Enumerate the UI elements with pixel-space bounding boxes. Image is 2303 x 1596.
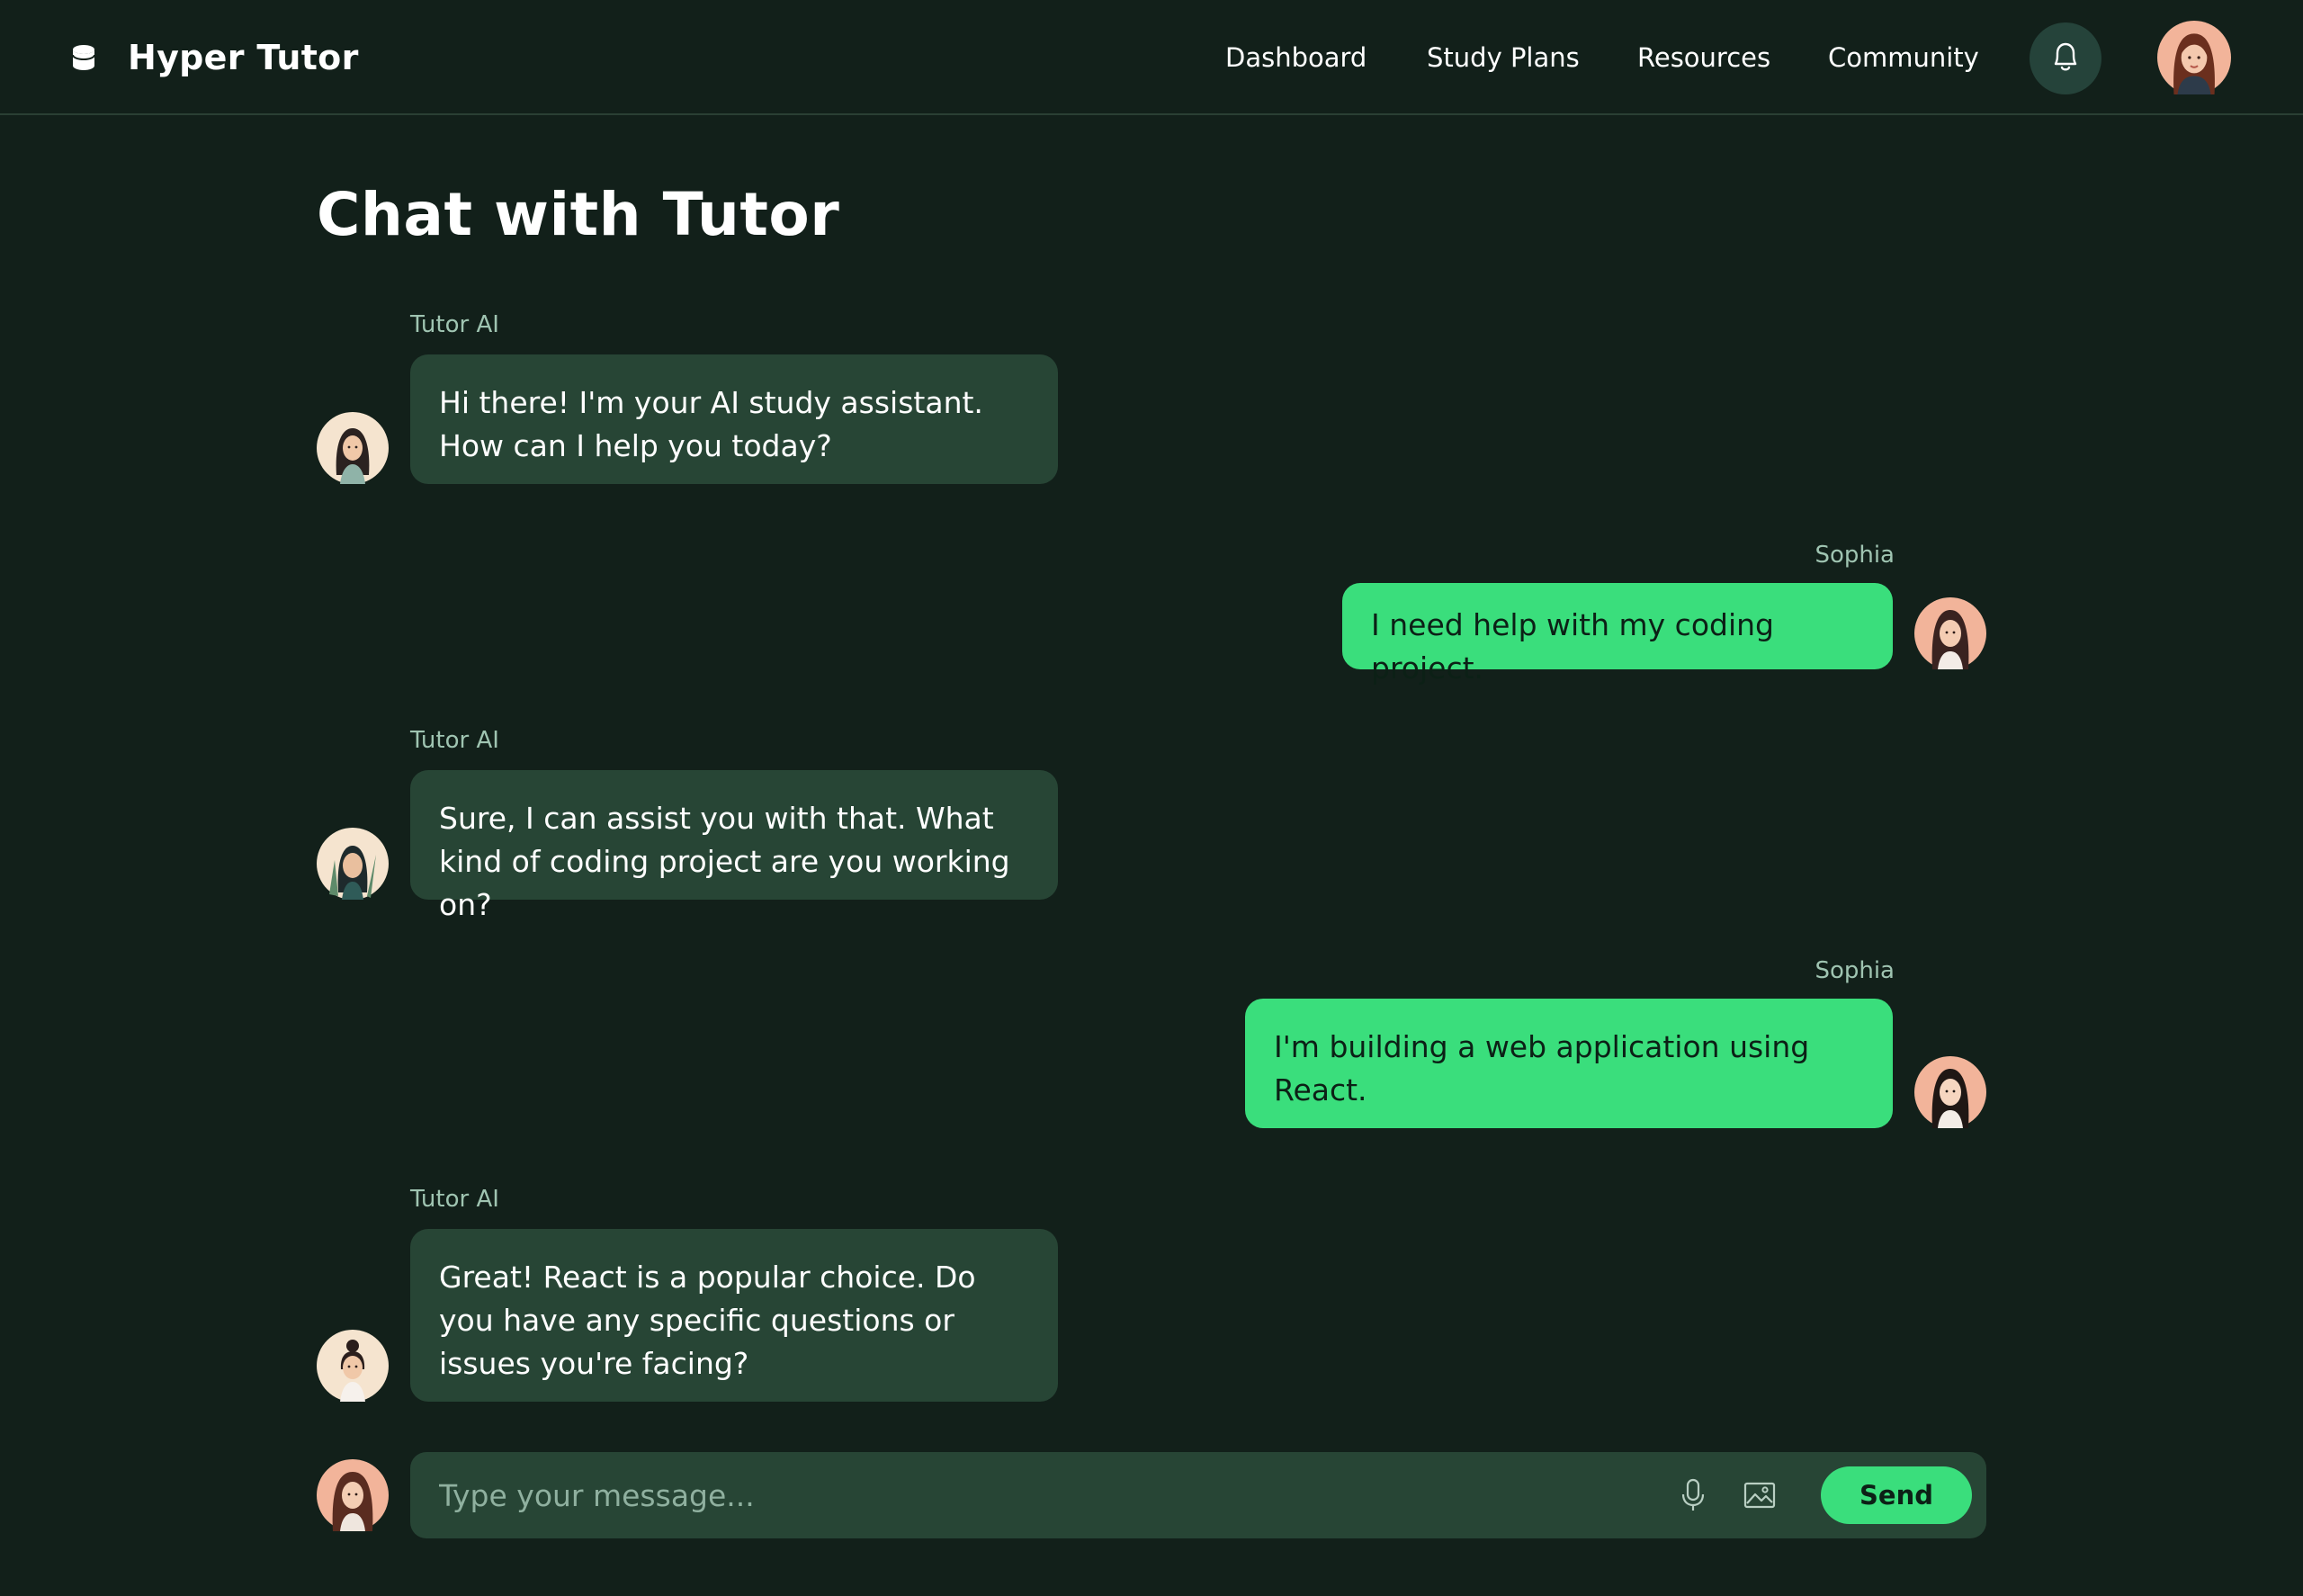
tutor-avatar (317, 412, 389, 484)
microphone-icon[interactable] (1675, 1477, 1711, 1513)
nav-community[interactable]: Community (1828, 0, 1979, 115)
page-title: Chat with Tutor (317, 180, 840, 249)
composer-user-avatar (317, 1459, 389, 1531)
top-navbar: Hyper Tutor Dashboard Study Plans Resour… (0, 0, 2303, 115)
message-sender: Tutor AI (410, 1186, 499, 1213)
nav-study-plans[interactable]: Study Plans (1427, 0, 1580, 115)
message-sender: Sophia (1815, 542, 1895, 569)
message-sender: Tutor AI (410, 727, 499, 754)
notifications-button[interactable] (2030, 22, 2101, 94)
message-composer: Send (410, 1452, 1986, 1538)
tutor-avatar (317, 1330, 389, 1402)
user-message-bubble: I'm building a web application using Rea… (1245, 999, 1893, 1128)
nav-dashboard[interactable]: Dashboard (1225, 0, 1367, 115)
ai-message-bubble: Great! React is a popular choice. Do you… (410, 1229, 1058, 1402)
ai-message-bubble: Hi there! I'm your AI study assistant. H… (410, 354, 1058, 484)
database-icon (72, 44, 95, 71)
user-message-avatar (1914, 597, 1986, 669)
bell-icon (2050, 40, 2081, 76)
user-message-bubble: I need help with my coding project. (1342, 583, 1893, 686)
message-sender: Tutor AI (410, 311, 499, 338)
send-button[interactable]: Send (1821, 1466, 1972, 1524)
ai-message-bubble: Sure, I can assist you with that. What k… (410, 770, 1058, 922)
message-sender: Sophia (1815, 957, 1895, 984)
user-avatar[interactable] (2157, 21, 2231, 94)
message-input[interactable] (439, 1452, 1680, 1538)
tutor-avatar (317, 828, 389, 900)
nav-resources[interactable]: Resources (1637, 0, 1770, 115)
image-icon[interactable] (1742, 1477, 1778, 1513)
brand[interactable]: Hyper Tutor (72, 0, 359, 115)
user-message-avatar (1914, 1056, 1986, 1128)
app-name: Hyper Tutor (128, 38, 359, 77)
